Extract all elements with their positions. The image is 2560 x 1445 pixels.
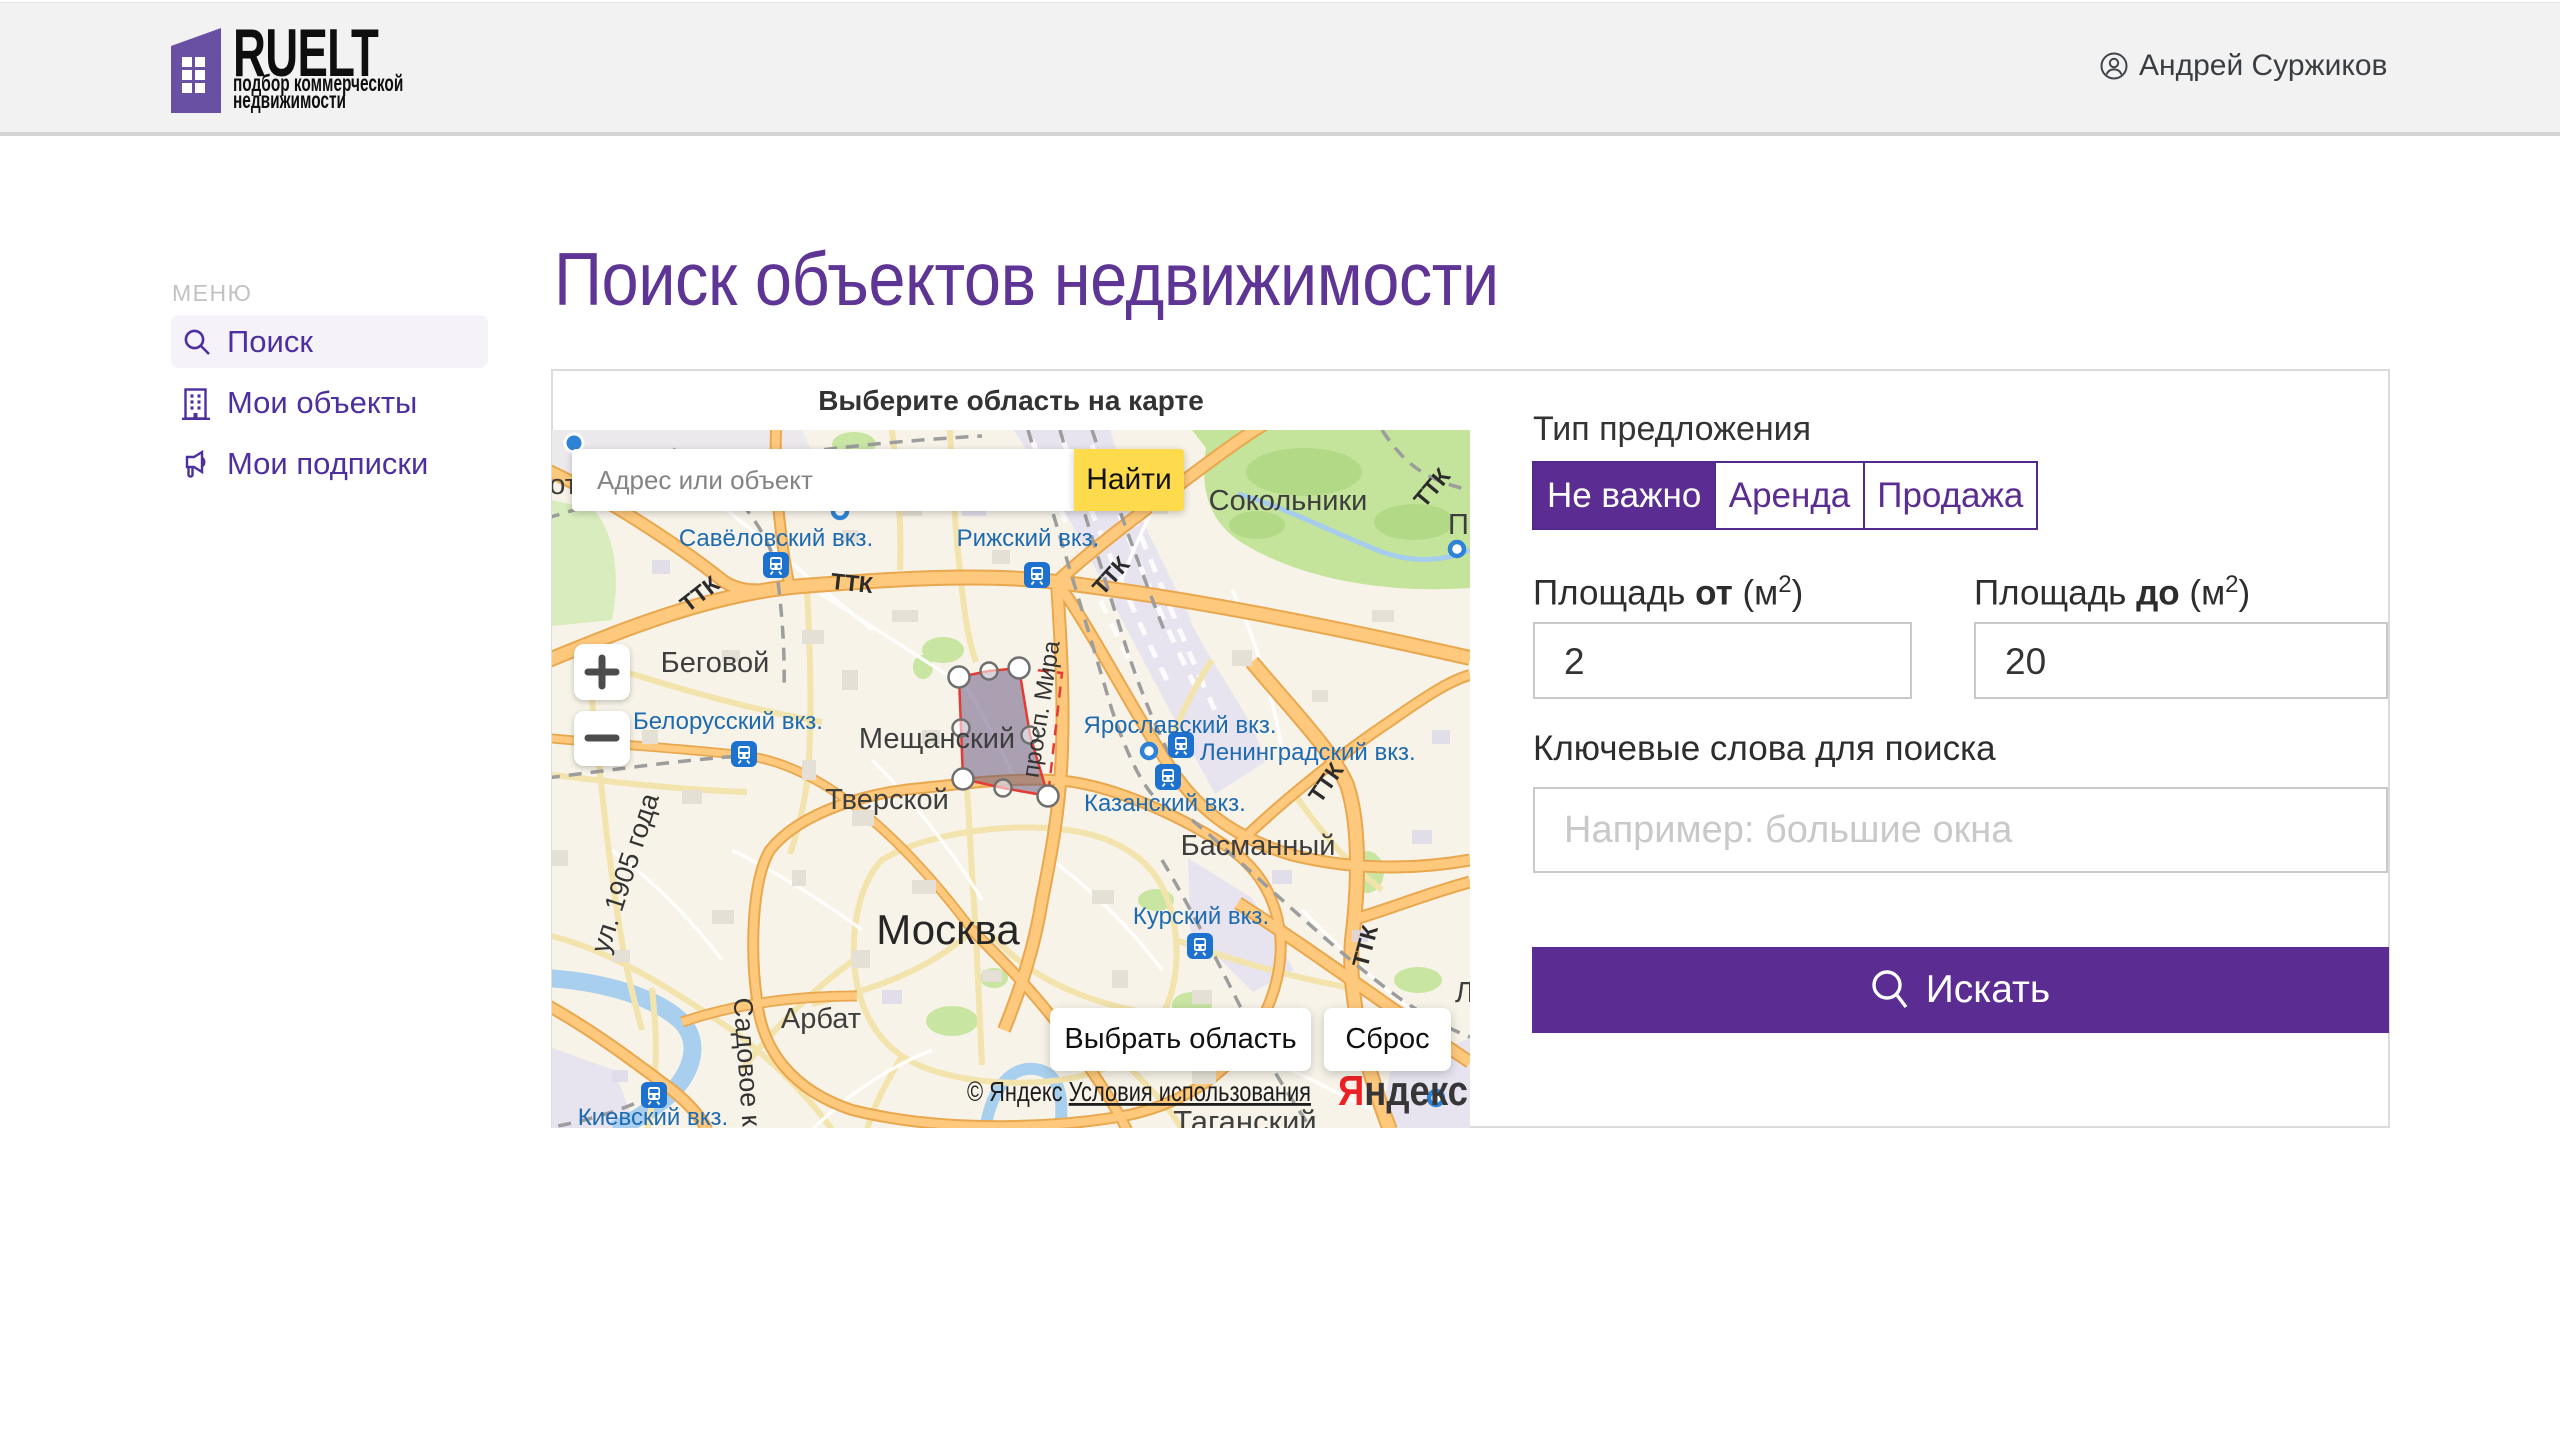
svg-text:Сокольники: Сокольники xyxy=(1209,485,1368,517)
svg-text:ТТК: ТТК xyxy=(830,568,876,598)
svg-text:Арбат: Арбат xyxy=(781,1003,861,1035)
svg-text:Тверской: Тверской xyxy=(825,784,949,816)
svg-text:Пр: Пр xyxy=(1448,509,1470,541)
svg-text:Рижский вкз.: Рижский вкз. xyxy=(957,525,1100,552)
svg-text:Белорусский вкз.: Белорусский вкз. xyxy=(633,708,823,735)
svg-text:© Яндекс Условия использования: © Яндекс Условия использования xyxy=(967,1076,1311,1107)
svg-text:Ленинградский вкз.: Ленинградский вкз. xyxy=(1200,739,1416,766)
svg-text:Яндекс: Яндекс xyxy=(1338,1067,1468,1114)
svg-text:Басманный: Басманный xyxy=(1181,830,1336,862)
svg-text:Москва: Москва xyxy=(876,906,1020,953)
svg-text:Беговой: Беговой xyxy=(661,647,770,679)
svg-text:Мещанский: Мещанский xyxy=(859,723,1015,755)
svg-text:Киевский вкз.: Киевский вкз. xyxy=(578,1104,728,1128)
svg-text:Савёловский вкз.: Савёловский вкз. xyxy=(679,525,873,552)
svg-text:Л: Л xyxy=(1455,977,1470,1009)
svg-text:Таганский: Таганский xyxy=(1173,1104,1316,1128)
svg-text:Курский вкз.: Курский вкз. xyxy=(1133,903,1269,930)
svg-text:Казанский вкз.: Казанский вкз. xyxy=(1084,790,1246,817)
svg-text:Ярославский вкз.: Ярославский вкз. xyxy=(1083,712,1276,739)
